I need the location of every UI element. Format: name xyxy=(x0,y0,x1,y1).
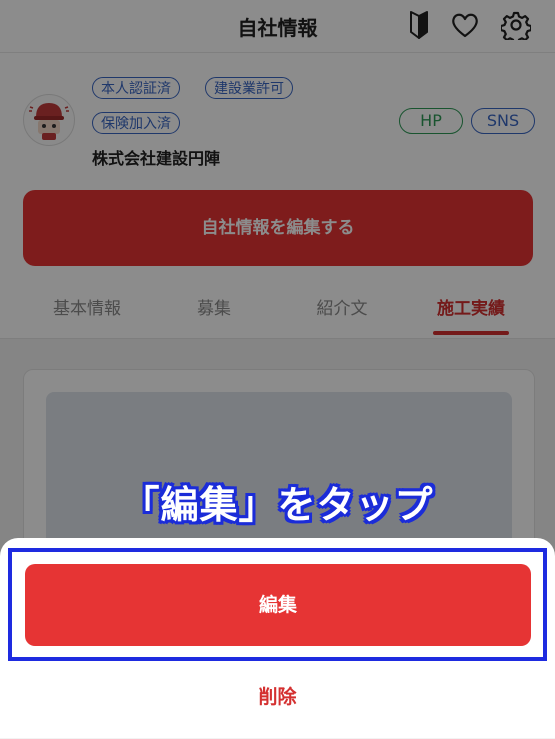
tap-highlight-frame xyxy=(8,548,547,661)
delete-button[interactable]: 削除 xyxy=(0,682,555,709)
app-screen: 自社情報 本人認証済 建設業許可 保険加入済 HP SNS 株式会社建設円陣 自… xyxy=(0,0,555,739)
instruction-caption: 「編集」をタップ xyxy=(121,483,434,527)
